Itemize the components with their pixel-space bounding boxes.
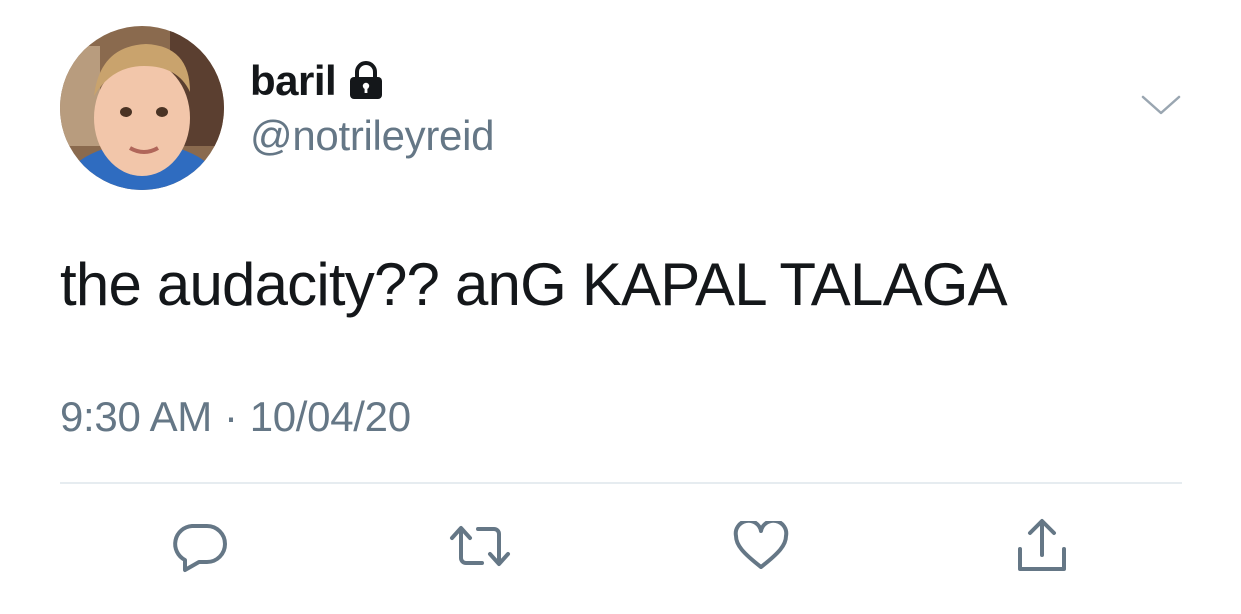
timestamp-separator: · — [224, 393, 238, 440]
heart-icon — [733, 518, 789, 576]
tweet-date: 10/04/20 — [249, 393, 411, 440]
tweet-timestamp[interactable]: 9:30 AM · 10/04/20 — [60, 393, 411, 441]
share-button[interactable] — [1010, 516, 1074, 580]
divider — [60, 482, 1182, 484]
tweet-options-button[interactable] — [1138, 92, 1184, 122]
like-button[interactable] — [729, 516, 793, 580]
tweet-time: 9:30 AM — [60, 393, 212, 440]
lock-icon — [348, 61, 384, 101]
author-name-row: baril — [250, 55, 384, 107]
author-handle[interactable]: @notrileyreid — [250, 112, 494, 160]
tweet-card: baril @notrileyreid the audacity?? anG K… — [0, 0, 1241, 614]
retweet-icon — [448, 522, 512, 575]
chevron-down-icon — [1141, 94, 1181, 121]
reply-icon — [171, 518, 229, 579]
display-name[interactable]: baril — [250, 57, 337, 105]
share-icon — [1014, 517, 1070, 580]
reply-button[interactable] — [168, 516, 232, 580]
tweet-text: the audacity?? anG KAPAL TALAGA — [60, 251, 1008, 318]
avatar[interactable] — [60, 26, 224, 190]
retweet-button[interactable] — [448, 516, 512, 580]
